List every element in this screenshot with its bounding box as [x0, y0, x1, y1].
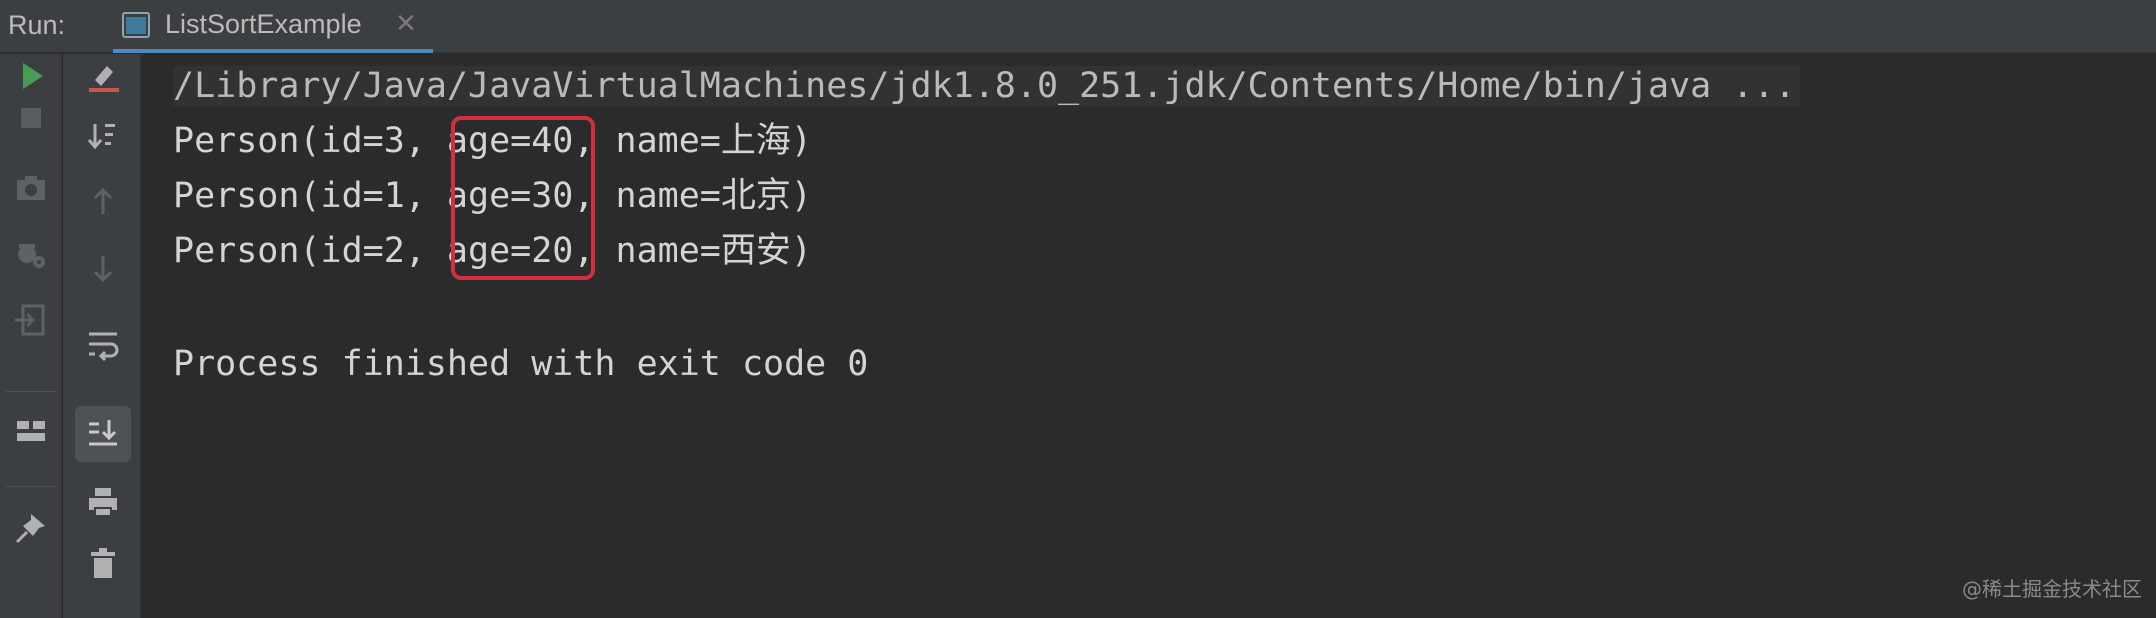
exit-message: Process finished with exit code 0 [173, 344, 869, 384]
arrow-up-icon[interactable] [81, 180, 125, 224]
layout-icon[interactable] [9, 409, 53, 453]
tab-label: ListSortExample [165, 9, 362, 39]
watermark: @稀土掘金技术社区 [1962, 577, 2142, 601]
soft-wrap-icon[interactable] [81, 322, 125, 366]
arrow-down-icon[interactable] [81, 246, 125, 290]
stop-icon[interactable] [9, 96, 53, 140]
toolbar-separator [6, 486, 56, 487]
command-line: /Library/Java/JavaVirtualMachines/jdk1.8… [173, 66, 1800, 106]
scroll-to-end-icon[interactable] [81, 412, 125, 456]
console-tab-icon [121, 10, 151, 40]
console-output[interactable]: /Library/Java/JavaVirtualMachines/jdk1.8… [141, 54, 2156, 618]
pin-icon[interactable] [9, 506, 53, 550]
console-actions-toolbar [63, 54, 141, 618]
camera-icon[interactable] [9, 166, 53, 210]
debug-settings-icon[interactable] [9, 232, 53, 276]
age-highlight-box [451, 116, 595, 280]
toolbar-separator [6, 391, 56, 392]
tab-listsortexample[interactable]: ListSortExample ✕ [113, 0, 433, 53]
exit-icon[interactable] [9, 298, 53, 342]
print-icon[interactable] [81, 480, 125, 524]
sort-icon[interactable] [81, 114, 125, 158]
clear-console-icon[interactable] [81, 56, 125, 100]
run-tool-window-header: Run: ListSortExample ✕ [0, 0, 2156, 53]
close-tab-icon[interactable]: ✕ [395, 9, 417, 39]
run-icon[interactable] [9, 54, 53, 98]
run-label: Run: [8, 10, 66, 40]
trash-icon[interactable] [81, 542, 125, 586]
run-actions-toolbar [0, 54, 62, 618]
